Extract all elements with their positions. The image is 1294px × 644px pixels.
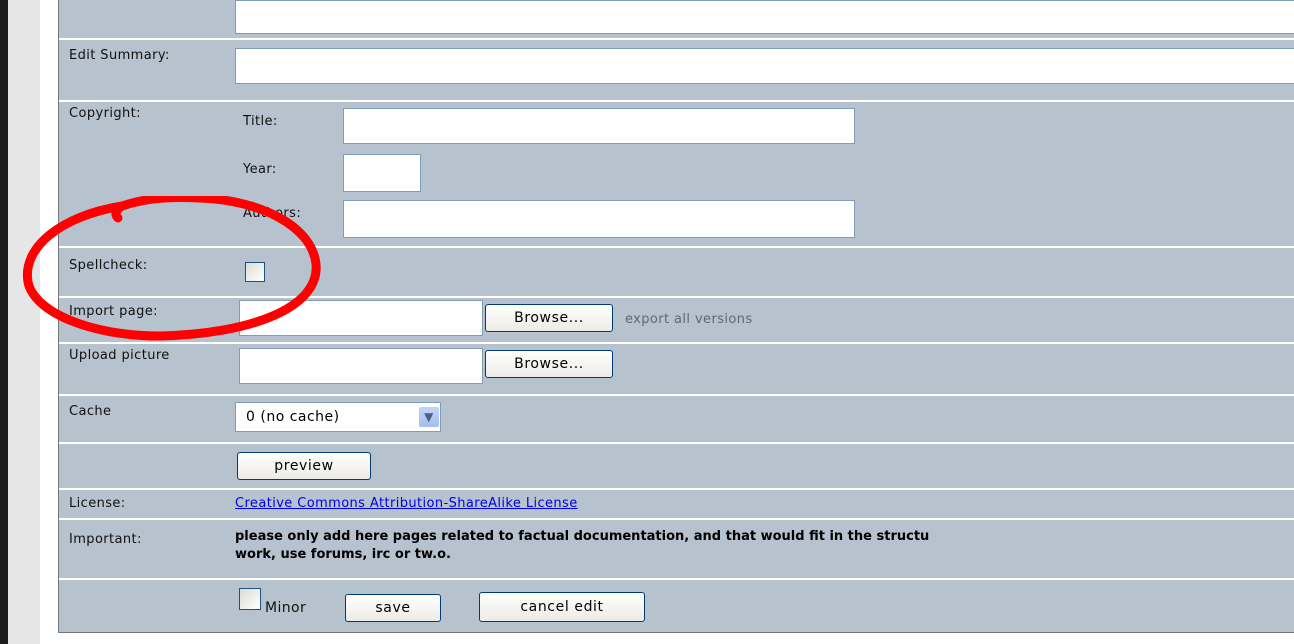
upload-picture-file-input[interactable] [239,348,483,384]
upload-picture-row: Upload picture Browse... [59,344,1294,394]
edit-summary-label: Edit Summary: [61,40,181,100]
cache-select-value: 0 (no cache) [246,409,340,425]
upload-picture-value-cell: Browse... [231,344,1294,394]
actions-value-cell: Minor save cancel edit [231,580,1294,632]
spellcheck-row: Spellcheck: [59,248,1294,296]
import-page-label: Import page: [61,298,227,342]
copyright-authors-input[interactable] [343,200,855,238]
import-page-file-input[interactable] [239,300,483,336]
upload-picture-label: Upload picture [61,344,171,394]
important-note-line1: please only add here pages related to fa… [235,529,930,544]
copyright-value-cell: Title: Year: Authors: [231,102,1294,246]
copyright-title-input[interactable] [343,108,855,144]
cache-row: Cache 0 (no cache) ▼ [59,396,1294,442]
cache-value-cell: 0 (no cache) ▼ [231,396,1294,442]
import-page-value-cell: Browse... export all versions [231,298,1294,342]
import-browse-button[interactable]: Browse... [485,304,613,332]
spellcheck-checkbox[interactable] [245,262,265,282]
important-note-line2: work, use forums, irc or tw.o. [235,547,451,562]
license-label: License: [61,490,227,518]
copyright-year-input[interactable] [343,154,421,192]
export-all-versions-link[interactable]: export all versions [625,312,753,327]
important-value-cell: please only add here pages related to fa… [231,520,1294,578]
cache-select[interactable]: 0 (no cache) ▼ [235,402,441,432]
license-link[interactable]: Creative Commons Attribution-ShareAlike … [235,496,578,511]
actions-row: Minor save cancel edit [59,580,1294,632]
edit-summary-input[interactable] [235,48,1294,84]
preview-button[interactable]: preview [237,452,371,480]
content-row [59,0,1294,38]
minor-checkbox[interactable] [239,588,261,610]
edit-summary-value-cell [231,40,1294,100]
edit-summary-row: Edit Summary: [59,40,1294,100]
edit-form-table: Edit Summary: Copyright: Title: Year: Au… [58,0,1294,633]
preview-label-cell [61,444,227,488]
spellcheck-label: Spellcheck: [61,248,227,296]
important-row: Important: please only add here pages re… [59,520,1294,578]
license-row: License: Creative Commons Attribution-Sh… [59,490,1294,518]
preview-value-cell: preview [231,444,1294,488]
import-page-row: Import page: Browse... export all versio… [59,298,1294,342]
important-label: Important: [61,520,227,578]
copyright-label: Copyright: [61,102,227,246]
upload-browse-button[interactable]: Browse... [485,350,613,378]
spellcheck-value-cell [231,248,1294,296]
copyright-row: Copyright: Title: Year: Authors: [59,102,1294,246]
chevron-down-icon[interactable]: ▼ [419,407,439,427]
content-label-cell [61,0,227,38]
cache-label: Cache [61,396,227,442]
copyright-year-label: Year: [243,162,277,177]
license-value-cell: Creative Commons Attribution-ShareAlike … [231,490,1294,518]
save-button[interactable]: save [345,594,441,622]
preview-row: preview [59,444,1294,488]
cancel-edit-button[interactable]: cancel edit [479,592,645,622]
page-sidebar-strip [8,0,40,644]
content-textarea[interactable] [235,0,1294,34]
copyright-authors-label: Authors: [243,206,302,221]
copyright-title-label: Title: [243,114,278,129]
actions-label-cell [61,580,227,632]
minor-label: Minor [265,600,307,616]
content-value-cell [231,0,1294,38]
